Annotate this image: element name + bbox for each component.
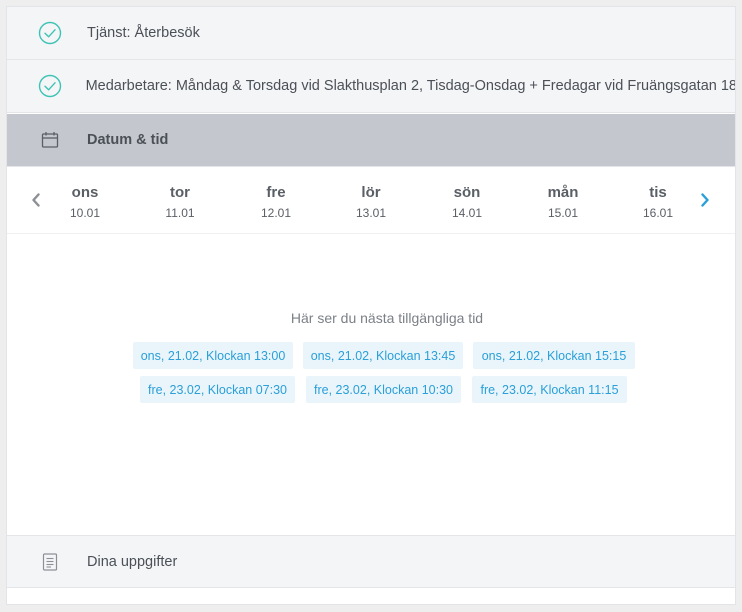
document-icon — [7, 552, 87, 571]
next-available-title: Här ser du nästa tillgängliga tid — [290, 310, 484, 326]
day-name: ons — [71, 184, 99, 201]
step-employee-label: Medarbetare: Måndag & Torsdag vid Slakth… — [85, 78, 736, 94]
check-circle-icon — [7, 21, 87, 45]
day-date: 12.01 — [260, 206, 292, 220]
day-name: lör — [361, 184, 381, 201]
day-date: 13.01 — [355, 206, 387, 220]
time-slot-button[interactable]: fre, 23.02, Klockan 11:15 — [472, 376, 627, 403]
day-name: tis — [649, 184, 667, 201]
time-slot-button[interactable]: ons, 21.02, Klockan 13:45 — [303, 342, 463, 369]
time-slot-button[interactable]: ons, 21.02, Klockan 15:15 — [473, 342, 635, 369]
day-option[interactable]: lör 13.01 — [336, 184, 406, 220]
time-slot-button[interactable]: fre, 23.02, Klockan 07:30 — [140, 376, 295, 403]
day-option[interactable]: ons 10.01 — [50, 184, 120, 220]
booking-panel: Tjänst: Återbesök Medarbetare: Måndag & … — [6, 6, 736, 605]
day-name: mån — [547, 184, 579, 201]
day-option[interactable]: mån 15.01 — [528, 184, 598, 220]
time-slot-button[interactable]: ons, 21.02, Klockan 13:00 — [133, 342, 293, 369]
time-slot-button[interactable]: fre, 23.02, Klockan 10:30 — [306, 376, 461, 403]
step-service-label: Tjänst: Återbesök — [87, 25, 200, 41]
step-your-details-label: Dina uppgifter — [87, 553, 178, 570]
day-name: sön — [453, 184, 481, 201]
step-date-time-label: Datum & tid — [87, 132, 169, 148]
day-name: tor — [170, 184, 190, 201]
step-date-time[interactable]: Datum & tid — [7, 114, 735, 167]
day-option[interactable]: tor 11.01 — [145, 184, 215, 220]
day-date: 11.01 — [165, 206, 195, 220]
day-date: 15.01 — [547, 206, 579, 220]
day-name: fre — [266, 184, 286, 201]
date-carousel: ons 10.01 tor 11.01 fre 12.01 lör 13.01 … — [7, 168, 735, 234]
chevron-right-icon[interactable] — [697, 190, 713, 210]
chevron-left-icon[interactable] — [28, 190, 44, 210]
day-date: 10.01 — [69, 206, 101, 220]
day-option[interactable]: sön 14.01 — [432, 184, 502, 220]
calendar-icon — [7, 131, 87, 149]
check-circle-icon — [7, 74, 86, 98]
day-option[interactable]: fre 12.01 — [241, 184, 311, 220]
day-date: 16.01 — [642, 206, 674, 220]
step-employee[interactable]: Medarbetare: Måndag & Torsdag vid Slakth… — [7, 60, 736, 113]
step-your-details[interactable]: Dina uppgifter — [7, 535, 735, 588]
step-service[interactable]: Tjänst: Återbesök — [7, 7, 735, 60]
day-date: 14.01 — [451, 206, 483, 220]
day-option[interactable]: tis 16.01 — [623, 184, 693, 220]
